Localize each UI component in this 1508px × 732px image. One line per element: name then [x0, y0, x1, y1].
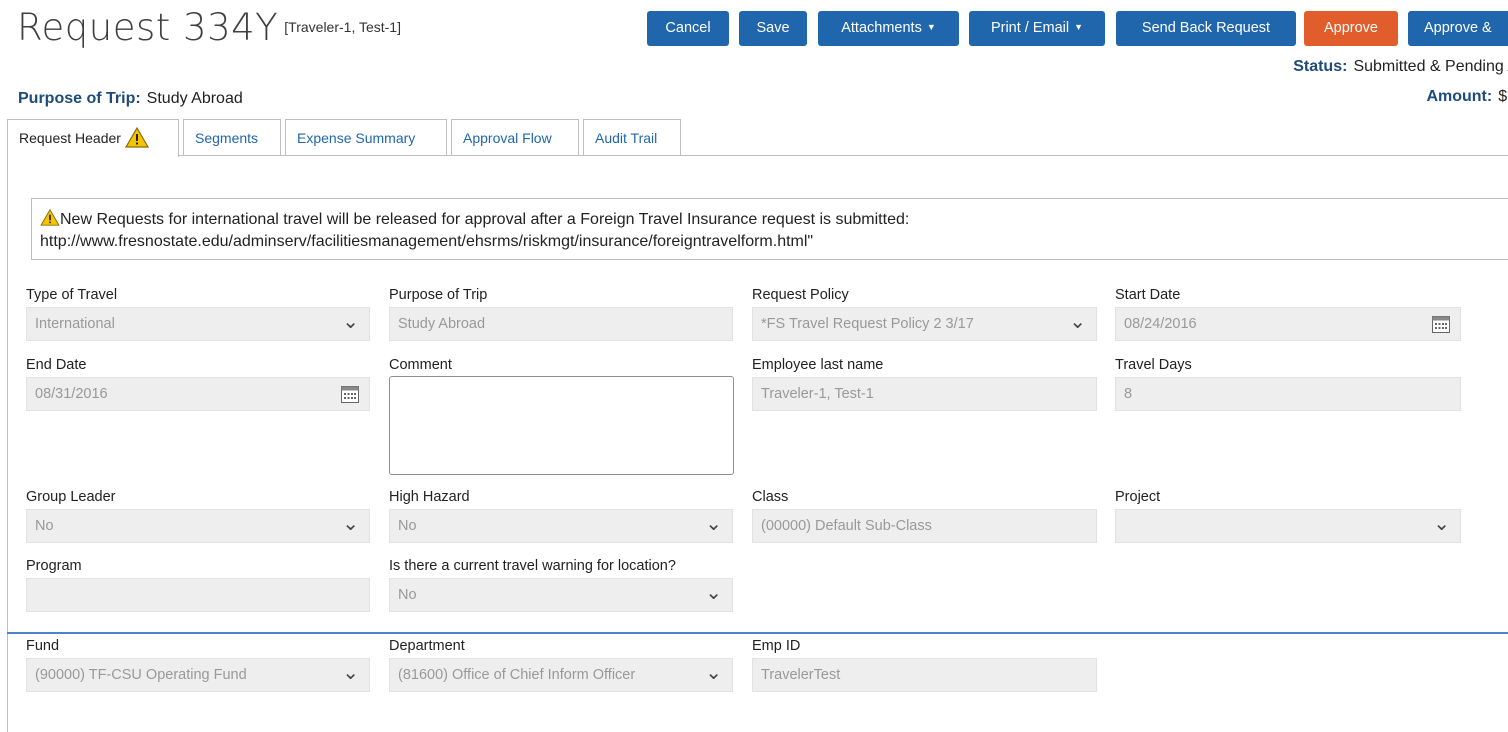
group-leader-select[interactable]: No ⌄ — [26, 509, 370, 543]
chevron-down-icon: ⌄ — [342, 513, 359, 535]
section-separator — [7, 632, 1508, 634]
tab-segments[interactable]: Segments — [183, 119, 281, 155]
notice-text-1: New Requests for international travel wi… — [60, 211, 910, 228]
end-date-value: 08/31/2016 — [35, 386, 108, 402]
print-email-label: Print / Email — [990, 20, 1070, 36]
amount-line: Amount: $3 — [1426, 88, 1508, 106]
purpose-line: Purpose of Trip: Study Abroad — [18, 90, 243, 108]
request-policy-select[interactable]: *FS Travel Request Policy 2 3/17 ⌄ — [752, 307, 1097, 341]
attachments-button[interactable]: Attachments ▼ — [818, 11, 959, 46]
status-label: Status: — [1293, 58, 1348, 75]
attachments-label: Attachments — [841, 20, 922, 36]
print-email-button[interactable]: Print / Email ▼ — [969, 11, 1105, 46]
tab-request-header-label: Request Header — [19, 130, 121, 146]
tab-approval-flow[interactable]: Approval Flow — [451, 119, 579, 155]
chevron-down-icon: ⌄ — [705, 513, 722, 535]
start-date-field[interactable]: 08/24/2016 — [1115, 307, 1461, 341]
chevron-down-icon: ⌄ — [705, 662, 722, 684]
chevron-down-icon: ⌄ — [1433, 513, 1450, 535]
group-leader-value: No — [35, 518, 54, 534]
approve-button[interactable]: Approve — [1304, 11, 1398, 46]
end-date-label: End Date — [26, 357, 87, 373]
type-of-travel-select[interactable]: International ⌄ — [26, 307, 370, 341]
chevron-down-icon: ⌄ — [342, 311, 359, 333]
comment-label: Comment — [389, 357, 452, 373]
notice-box: New Requests for international travel wi… — [31, 198, 1508, 260]
purpose-label: Purpose of Trip: — [18, 90, 141, 107]
notice-line-1: New Requests for international travel wi… — [40, 209, 1508, 231]
travel-days-field[interactable]: 8 — [1115, 377, 1461, 411]
start-date-value: 08/24/2016 — [1124, 316, 1197, 332]
class-label: Class — [752, 489, 789, 505]
tab-request-header[interactable]: Request Header — [7, 119, 179, 157]
purpose-of-trip-label: Purpose of Trip — [389, 287, 488, 303]
department-select[interactable]: (81600) Office of Chief Inform Officer ⌄ — [389, 658, 733, 692]
status-line: Status: Submitted & Pending A — [1293, 58, 1508, 76]
department-value: (81600) Office of Chief Inform Officer — [398, 667, 636, 683]
travel-warning-label: Is there a current travel warning for lo… — [389, 558, 676, 574]
employee-last-name-field[interactable]: Traveler-1, Test-1 — [752, 377, 1097, 411]
comment-textarea[interactable] — [389, 376, 734, 475]
type-of-travel-value: International — [35, 316, 115, 332]
chevron-down-icon: ⌄ — [342, 662, 359, 684]
amount-value: $3 — [1498, 88, 1508, 105]
program-field[interactable] — [26, 578, 370, 612]
travel-warning-value: No — [398, 587, 417, 603]
start-date-label: Start Date — [1115, 287, 1181, 303]
chevron-down-icon: ⌄ — [705, 582, 722, 604]
high-hazard-value: No — [398, 518, 417, 534]
content-border — [7, 155, 8, 732]
warning-icon — [124, 126, 149, 148]
class-field[interactable]: (00000) Default Sub-Class — [752, 509, 1097, 543]
save-button[interactable]: Save — [739, 11, 807, 46]
caret-down-icon: ▼ — [926, 22, 936, 32]
status-value: Submitted & Pending A — [1353, 58, 1508, 75]
tab-audit-trail[interactable]: Audit Trail — [583, 119, 681, 155]
calendar-icon[interactable] — [1432, 316, 1450, 333]
department-label: Department — [389, 638, 465, 654]
fund-select[interactable]: (90000) TF-CSU Operating Fund ⌄ — [26, 658, 370, 692]
purpose-of-trip-field[interactable]: Study Abroad — [389, 307, 733, 341]
program-label: Program — [26, 558, 82, 574]
request-policy-label: Request Policy — [752, 287, 849, 303]
caret-down-icon: ▼ — [1074, 22, 1084, 32]
employee-last-name-label: Employee last name — [752, 357, 884, 373]
tab-expense-summary[interactable]: Expense Summary — [285, 119, 447, 155]
request-policy-value: *FS Travel Request Policy 2 3/17 — [761, 316, 974, 332]
travel-warning-select[interactable]: No ⌄ — [389, 578, 733, 612]
type-of-travel-label: Type of Travel — [26, 287, 118, 303]
purpose-value: Study Abroad — [146, 90, 243, 107]
high-hazard-select[interactable]: No ⌄ — [389, 509, 733, 543]
send-back-request-button[interactable]: Send Back Request — [1116, 11, 1296, 46]
cancel-button[interactable]: Cancel — [647, 11, 729, 46]
high-hazard-label: High Hazard — [389, 489, 470, 505]
amount-label: Amount: — [1426, 88, 1493, 105]
calendar-icon[interactable] — [341, 386, 359, 403]
chevron-down-icon: ⌄ — [1069, 311, 1086, 333]
emp-id-label: Emp ID — [752, 638, 801, 654]
project-select[interactable]: ⌄ — [1115, 509, 1461, 543]
travel-days-label: Travel Days — [1115, 357, 1192, 373]
group-leader-label: Group Leader — [26, 489, 116, 505]
fund-value: (90000) TF-CSU Operating Fund — [35, 667, 247, 683]
approve-and-button[interactable]: Approve & — [1408, 11, 1508, 46]
fund-label: Fund — [26, 638, 60, 654]
traveler-name: [Traveler-1, Test-1] — [284, 18, 401, 35]
end-date-field[interactable]: 08/31/2016 — [26, 377, 370, 411]
project-label: Project — [1115, 489, 1161, 505]
emp-id-field[interactable]: TravelerTest — [752, 658, 1097, 692]
notice-line-2: http://www.fresnostate.edu/adminserv/fac… — [40, 233, 814, 250]
page-title: Request 334Y [Traveler-1, Test-1] — [17, 6, 401, 49]
warning-icon — [40, 209, 60, 226]
